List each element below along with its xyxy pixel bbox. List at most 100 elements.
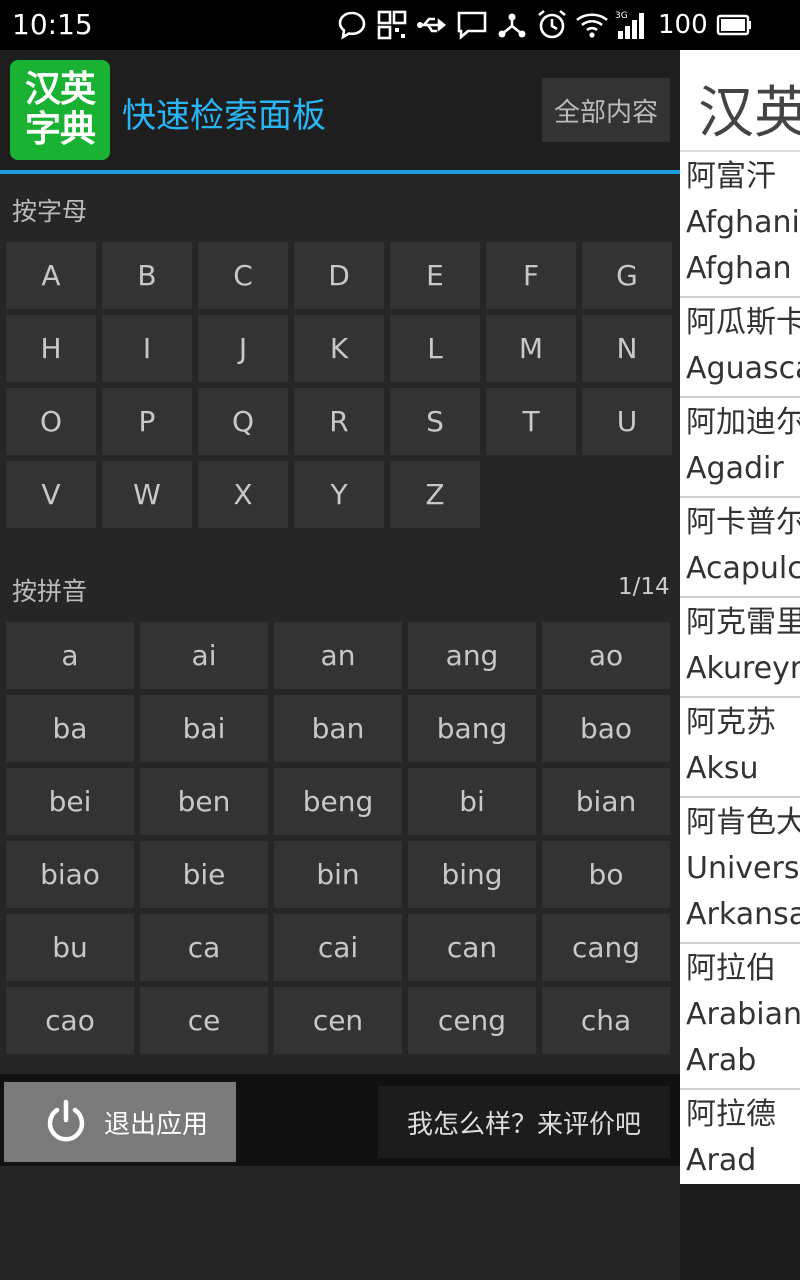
all-content-button[interactable]: 全部内容 [542, 78, 670, 142]
letter-key-j[interactable]: J [198, 315, 288, 382]
letter-key-i[interactable]: I [102, 315, 192, 382]
entry-chinese: 阿拉德 [686, 1097, 776, 1132]
pinyin-key-bo[interactable]: bo [542, 841, 670, 908]
letter-key-w[interactable]: W [102, 461, 192, 528]
entry-chinese: 阿富汗 [686, 159, 776, 194]
exit-app-button[interactable]: 退出应用 [4, 1082, 236, 1162]
letter-key-a[interactable]: A [6, 242, 96, 309]
letter-key-u[interactable]: U [582, 388, 672, 455]
entry-english: Afghanis [686, 205, 800, 240]
svg-text:3G: 3G [615, 11, 628, 21]
letter-key-d[interactable]: D [294, 242, 384, 309]
letter-key-o[interactable]: O [6, 388, 96, 455]
entry-english: Arkansa [686, 897, 800, 932]
letter-key-q[interactable]: Q [198, 388, 288, 455]
letter-key-y[interactable]: Y [294, 461, 384, 528]
pinyin-key-bing[interactable]: bing [408, 841, 536, 908]
status-bar: 10:15 3G 100 [0, 0, 800, 50]
alarm-clock-icon [538, 9, 566, 39]
list-item[interactable]: 阿富汗 Afghanis Afghan [680, 152, 800, 298]
pinyin-key-ca[interactable]: ca [140, 914, 268, 981]
pinyin-key-a[interactable]: a [6, 622, 134, 689]
letter-key-k[interactable]: K [294, 315, 384, 382]
entry-chinese: 阿瓜斯卡 [686, 305, 800, 340]
content-bottom-area [680, 1184, 800, 1280]
pinyin-key-cang[interactable]: cang [542, 914, 670, 981]
status-icons: 3G 100 [334, 6, 758, 44]
letter-key-f[interactable]: F [486, 242, 576, 309]
pinyin-key-ang[interactable]: ang [408, 622, 536, 689]
entry-english: Arad [686, 1143, 757, 1178]
panel-header: 汉英 字典 快速检索面板 全部内容 [0, 50, 680, 170]
pinyin-grid: a ai an ang ao ba bai ban bang bao bei ben beng bi bia… [6, 622, 670, 1054]
letter-key-l[interactable]: L [390, 315, 480, 382]
list-item[interactable]: 阿肯色大 Universi Arkansa [680, 798, 800, 944]
status-time: 10:15 [12, 8, 93, 41]
list-item[interactable]: 阿克雷里 Akureyri [680, 598, 800, 698]
exit-app-label: 退出应用 [104, 1109, 209, 1140]
letter-section-label: 按字母 [12, 197, 88, 226]
letter-key-z[interactable]: Z [390, 461, 480, 528]
pinyin-key-biao[interactable]: biao [6, 841, 134, 908]
pinyin-key-ceng[interactable]: ceng [408, 987, 536, 1054]
list-item[interactable]: 阿克苏 Aksu [680, 698, 800, 798]
pinyin-key-bu[interactable]: bu [6, 914, 134, 981]
letter-key-x[interactable]: X [198, 461, 288, 528]
pinyin-key-beng[interactable]: beng [274, 768, 402, 835]
pinyin-key-cen[interactable]: cen [274, 987, 402, 1054]
pinyin-key-can[interactable]: can [408, 914, 536, 981]
entry-english: Aguasca [686, 351, 800, 386]
pinyin-key-cha[interactable]: cha [542, 987, 670, 1054]
entry-english: Universi [686, 851, 800, 886]
list-item[interactable]: 阿拉伯 Arabian; Arab [680, 944, 800, 1090]
chat-bubble-icon [338, 11, 366, 40]
pinyin-key-bie[interactable]: bie [140, 841, 268, 908]
letter-key-r[interactable]: R [294, 388, 384, 455]
letter-key-n[interactable]: N [582, 315, 672, 382]
list-item[interactable]: 阿卡普尔 Acapulc [680, 498, 800, 598]
pinyin-key-cai[interactable]: cai [274, 914, 402, 981]
wifi-icon [576, 13, 608, 38]
entry-chinese: 阿拉伯 [686, 951, 776, 986]
cellular-signal-icon: 3G [615, 11, 644, 39]
letter-key-m[interactable]: M [486, 315, 576, 382]
battery-level: 100 [658, 10, 708, 40]
entry-english: Aksu [686, 751, 759, 786]
letter-key-e[interactable]: E [390, 242, 480, 309]
list-item[interactable]: 阿瓜斯卡 Aguasca [680, 298, 800, 398]
pinyin-key-bian[interactable]: bian [542, 768, 670, 835]
letter-key-t[interactable]: T [486, 388, 576, 455]
pinyin-key-ben[interactable]: ben [140, 768, 268, 835]
letter-key-s[interactable]: S [390, 388, 480, 455]
pinyin-key-ao[interactable]: ao [542, 622, 670, 689]
share-icon [498, 13, 526, 38]
entry-chinese: 阿加迪尔 [686, 405, 800, 440]
usb-icon [417, 17, 447, 33]
letter-key-g[interactable]: G [582, 242, 672, 309]
pinyin-key-bang[interactable]: bang [408, 695, 536, 762]
pinyin-key-ce[interactable]: ce [140, 987, 268, 1054]
dictionary-list-view: 汉英 阿富汗 Afghanis Afghan 阿瓜斯卡 Aguasca 阿加迪尔 Agadi… [680, 50, 800, 1184]
pinyin-key-bin[interactable]: bin [274, 841, 402, 908]
pinyin-key-cao[interactable]: cao [6, 987, 134, 1054]
letter-key-h[interactable]: H [6, 315, 96, 382]
pinyin-key-ban[interactable]: ban [274, 695, 402, 762]
pinyin-key-ba[interactable]: ba [6, 695, 134, 762]
rate-app-button[interactable]: 我怎么样？来评价吧 [378, 1086, 670, 1158]
letter-key-p[interactable]: P [102, 388, 192, 455]
letter-key-v[interactable]: V [6, 461, 96, 528]
pinyin-key-bao[interactable]: bao [542, 695, 670, 762]
pinyin-key-an[interactable]: an [274, 622, 402, 689]
pinyin-key-bei[interactable]: bei [6, 768, 134, 835]
list-item[interactable]: 阿拉德 Arad [680, 1090, 800, 1184]
letter-key-b[interactable]: B [102, 242, 192, 309]
pinyin-key-bi[interactable]: bi [408, 768, 536, 835]
dictionary-title: 汉英 [698, 81, 800, 146]
bottom-bar: 退出应用 我怎么样？来评价吧 [0, 1074, 680, 1166]
qr-code-icon [377, 10, 407, 40]
list-item[interactable]: 阿加迪尔 Agadir [680, 398, 800, 498]
quick-search-panel: 汉英 字典 快速检索面板 全部内容 按字母 ABCDEFG HIJKLMN OPQR… [0, 50, 680, 1280]
pinyin-key-bai[interactable]: bai [140, 695, 268, 762]
pinyin-key-ai[interactable]: ai [140, 622, 268, 689]
letter-key-c[interactable]: C [198, 242, 288, 309]
